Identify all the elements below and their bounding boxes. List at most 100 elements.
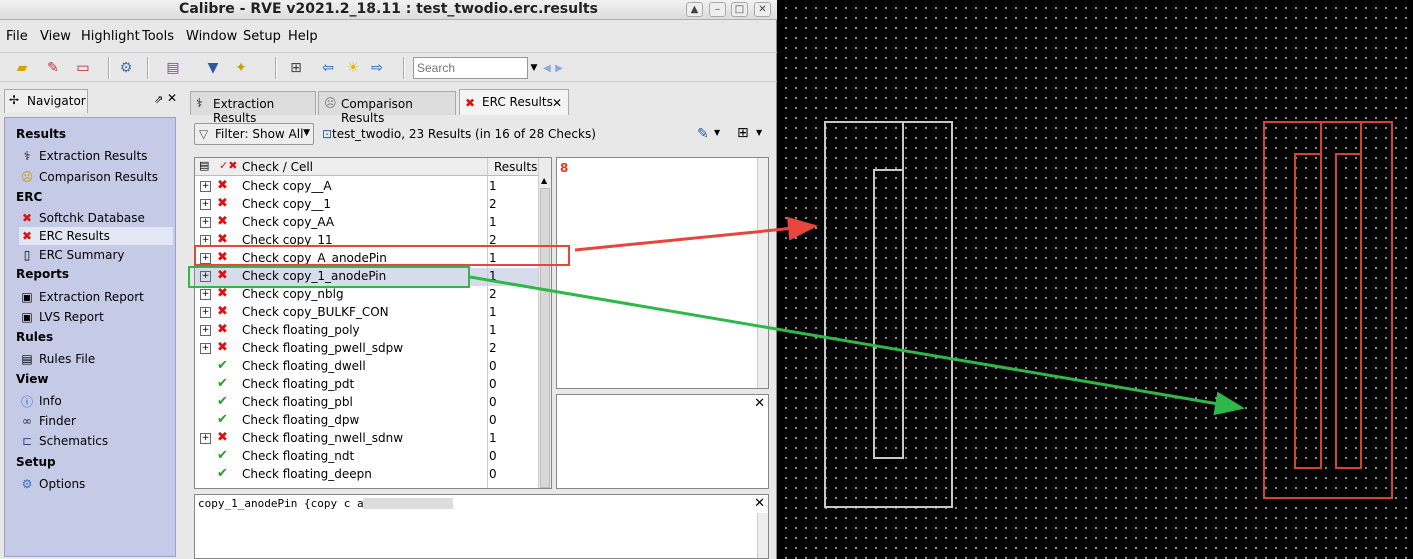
back-arrow-icon[interactable]: ⇦	[318, 58, 338, 78]
check-text-pane: copy_1_anodePin {copy c anodePin} ✕	[194, 494, 769, 559]
pass-check-icon: ✔	[217, 448, 228, 463]
menu-window[interactable]: Window	[186, 29, 237, 44]
zoom-icon[interactable]: ⊞	[286, 58, 306, 78]
window-up-icon[interactable]: ▲	[686, 2, 703, 17]
close-pane-icon[interactable]: ✕	[754, 496, 765, 511]
tab-comparison-results[interactable]: ☹ Comparison Results	[318, 91, 456, 125]
nav-item-info[interactable]: ⓘ Info	[19, 392, 173, 410]
nav-item-extraction-report[interactable]: ▣ Extraction Report	[19, 288, 173, 306]
schematic-icon: ⊏	[21, 434, 33, 448]
pen-icon[interactable]: ✎	[697, 126, 709, 142]
search-next-icon[interactable]: ▶	[549, 58, 569, 78]
check-name: Check copy_AA	[242, 215, 335, 229]
vertical-scrollbar[interactable]	[757, 513, 768, 558]
filter-funnel-icon[interactable]: ▼	[203, 58, 223, 78]
expand-icon[interactable]: +	[200, 289, 211, 300]
nav-item-lvs-report[interactable]: ▣ LVS Report	[19, 308, 173, 326]
check-result-count: 1	[489, 305, 497, 319]
navigator-tab[interactable]: ✢ Navigator	[4, 89, 88, 113]
close-navigator-icon[interactable]: ✕	[167, 91, 177, 105]
broom-icon[interactable]: ✎	[43, 58, 63, 78]
menu-file[interactable]: File	[6, 29, 28, 44]
highlight-palette-icon[interactable]: ▤	[163, 58, 183, 78]
check-name: Check floating_nwell_sdnw	[242, 431, 404, 445]
layout-viewer-canvas[interactable]	[778, 0, 1413, 559]
pass-check-icon: ✔	[217, 466, 228, 481]
close-tab-icon[interactable]: ✕	[552, 96, 562, 110]
layout-grid-icon[interactable]: ⊞	[737, 125, 749, 141]
menu-view[interactable]: View	[40, 29, 71, 44]
close-window-button[interactable]: ✕	[754, 2, 771, 17]
minimize-button[interactable]: –	[709, 2, 726, 17]
expand-icon[interactable]: +	[200, 199, 211, 210]
filter-dropdown[interactable]: ▽ Filter: Show All ▼	[194, 123, 314, 145]
nav-item-softchk-database[interactable]: ✖ Softchk Database	[19, 209, 173, 227]
nav-item-erc-summary[interactable]: ▯ ERC Summary	[19, 246, 173, 264]
layout-shape-outer-gray[interactable]	[824, 121, 953, 508]
nav-item-schematics[interactable]: ⊏ Schematics	[19, 432, 173, 450]
settings-gear-icon[interactable]: ⚙	[116, 58, 136, 78]
expand-icon[interactable]: +	[200, 307, 211, 318]
undock-icon[interactable]: ⇗	[154, 93, 163, 106]
check-name: Check copy_1_anodePin	[242, 269, 387, 283]
toolbar-separator	[147, 57, 149, 79]
chevron-down-icon[interactable]: ▼	[756, 128, 762, 137]
sun-highlight-icon[interactable]: ☀	[343, 58, 363, 78]
nav-item-options[interactable]: ⚙ Options	[19, 475, 173, 493]
expand-icon[interactable]: +	[200, 217, 211, 228]
close-pane-icon[interactable]: ✕	[754, 396, 765, 411]
layout-shape-inner-gray[interactable]	[873, 169, 904, 459]
nav-item-erc-results[interactable]: ✖ ERC Results	[19, 227, 173, 245]
clear-highlights-icon[interactable]: ▭	[73, 58, 93, 78]
layout-shape-outer-red[interactable]	[1263, 121, 1393, 499]
scroll-thumb[interactable]	[540, 188, 550, 488]
tab-erc-results[interactable]: ✖ ERC Results ✕	[459, 89, 569, 115]
layout-shape-inner-red-right[interactable]	[1335, 153, 1362, 469]
toolbar: ▰ ✎ ▭ ⚙ ▤ ▼ ✦ ⊞ ⇦ ☀ ⇨ ▼ ◀ ▶	[0, 52, 777, 82]
expand-icon[interactable]: +	[200, 343, 211, 354]
check-result-count: 2	[489, 287, 497, 301]
search-input[interactable]	[413, 57, 528, 79]
vertical-scrollbar[interactable]: ▲	[538, 158, 551, 488]
menu-setup[interactable]: Setup	[243, 29, 281, 44]
check-result-count: 1	[489, 431, 497, 445]
nav-item-comparison-results[interactable]: ☹ Comparison Results	[19, 168, 173, 186]
navigator-pane: ✢ Navigator ⇗ ✕ Results ⚕ Extraction Res…	[0, 87, 182, 559]
column-check-cell[interactable]: Check / Cell	[242, 160, 313, 174]
nav-section-erc: ERC	[16, 190, 43, 204]
check-name: Check floating_deepn	[242, 467, 372, 481]
fail-x-icon: ✖	[217, 430, 228, 445]
column-results[interactable]: Results	[494, 160, 537, 174]
sad-face-icon: ☹	[324, 96, 337, 110]
nav-item-finder[interactable]: ∞ Finder	[19, 412, 173, 430]
layout-shape-inner-red-left[interactable]	[1294, 153, 1322, 469]
expand-icon[interactable]: +	[200, 271, 211, 282]
expand-icon[interactable]: +	[200, 433, 211, 444]
result-properties-pane: ✕	[556, 394, 769, 489]
chevron-down-icon[interactable]: ▼	[714, 128, 720, 137]
menu-highlight[interactable]: Highlight	[81, 29, 140, 44]
probe-icon[interactable]: ✦	[231, 58, 251, 78]
nav-item-extraction-results[interactable]: ⚕ Extraction Results	[19, 147, 173, 165]
check-name: Check copy_11	[242, 233, 333, 247]
vertical-scrollbar[interactable]	[757, 158, 768, 388]
nav-item-rules-file[interactable]: ▤ Rules File	[19, 350, 173, 368]
check-result-count: 0	[489, 413, 497, 427]
scroll-up-icon[interactable]: ▲	[541, 176, 547, 185]
extraction-icon: ⚕	[23, 149, 31, 163]
expand-icon[interactable]: +	[200, 325, 211, 336]
expand-icon[interactable]: +	[200, 181, 211, 192]
tab-extraction-results[interactable]: ⚕ Extraction Results	[190, 91, 316, 125]
check-result-count: 1	[489, 215, 497, 229]
fail-x-icon: ✖	[217, 250, 228, 265]
forward-arrow-icon[interactable]: ⇨	[367, 58, 387, 78]
expand-icon[interactable]: +	[200, 253, 211, 264]
maximize-button[interactable]: □	[731, 2, 748, 17]
nav-section-results: Results	[16, 127, 67, 141]
open-folder-icon[interactable]: ▰	[12, 58, 32, 78]
menu-tools[interactable]: Tools	[142, 29, 174, 44]
check-name: Check copy_nblg	[242, 287, 344, 301]
document-icon: ▯	[23, 248, 31, 262]
expand-icon[interactable]: +	[200, 235, 211, 246]
menu-help[interactable]: Help	[288, 29, 318, 44]
